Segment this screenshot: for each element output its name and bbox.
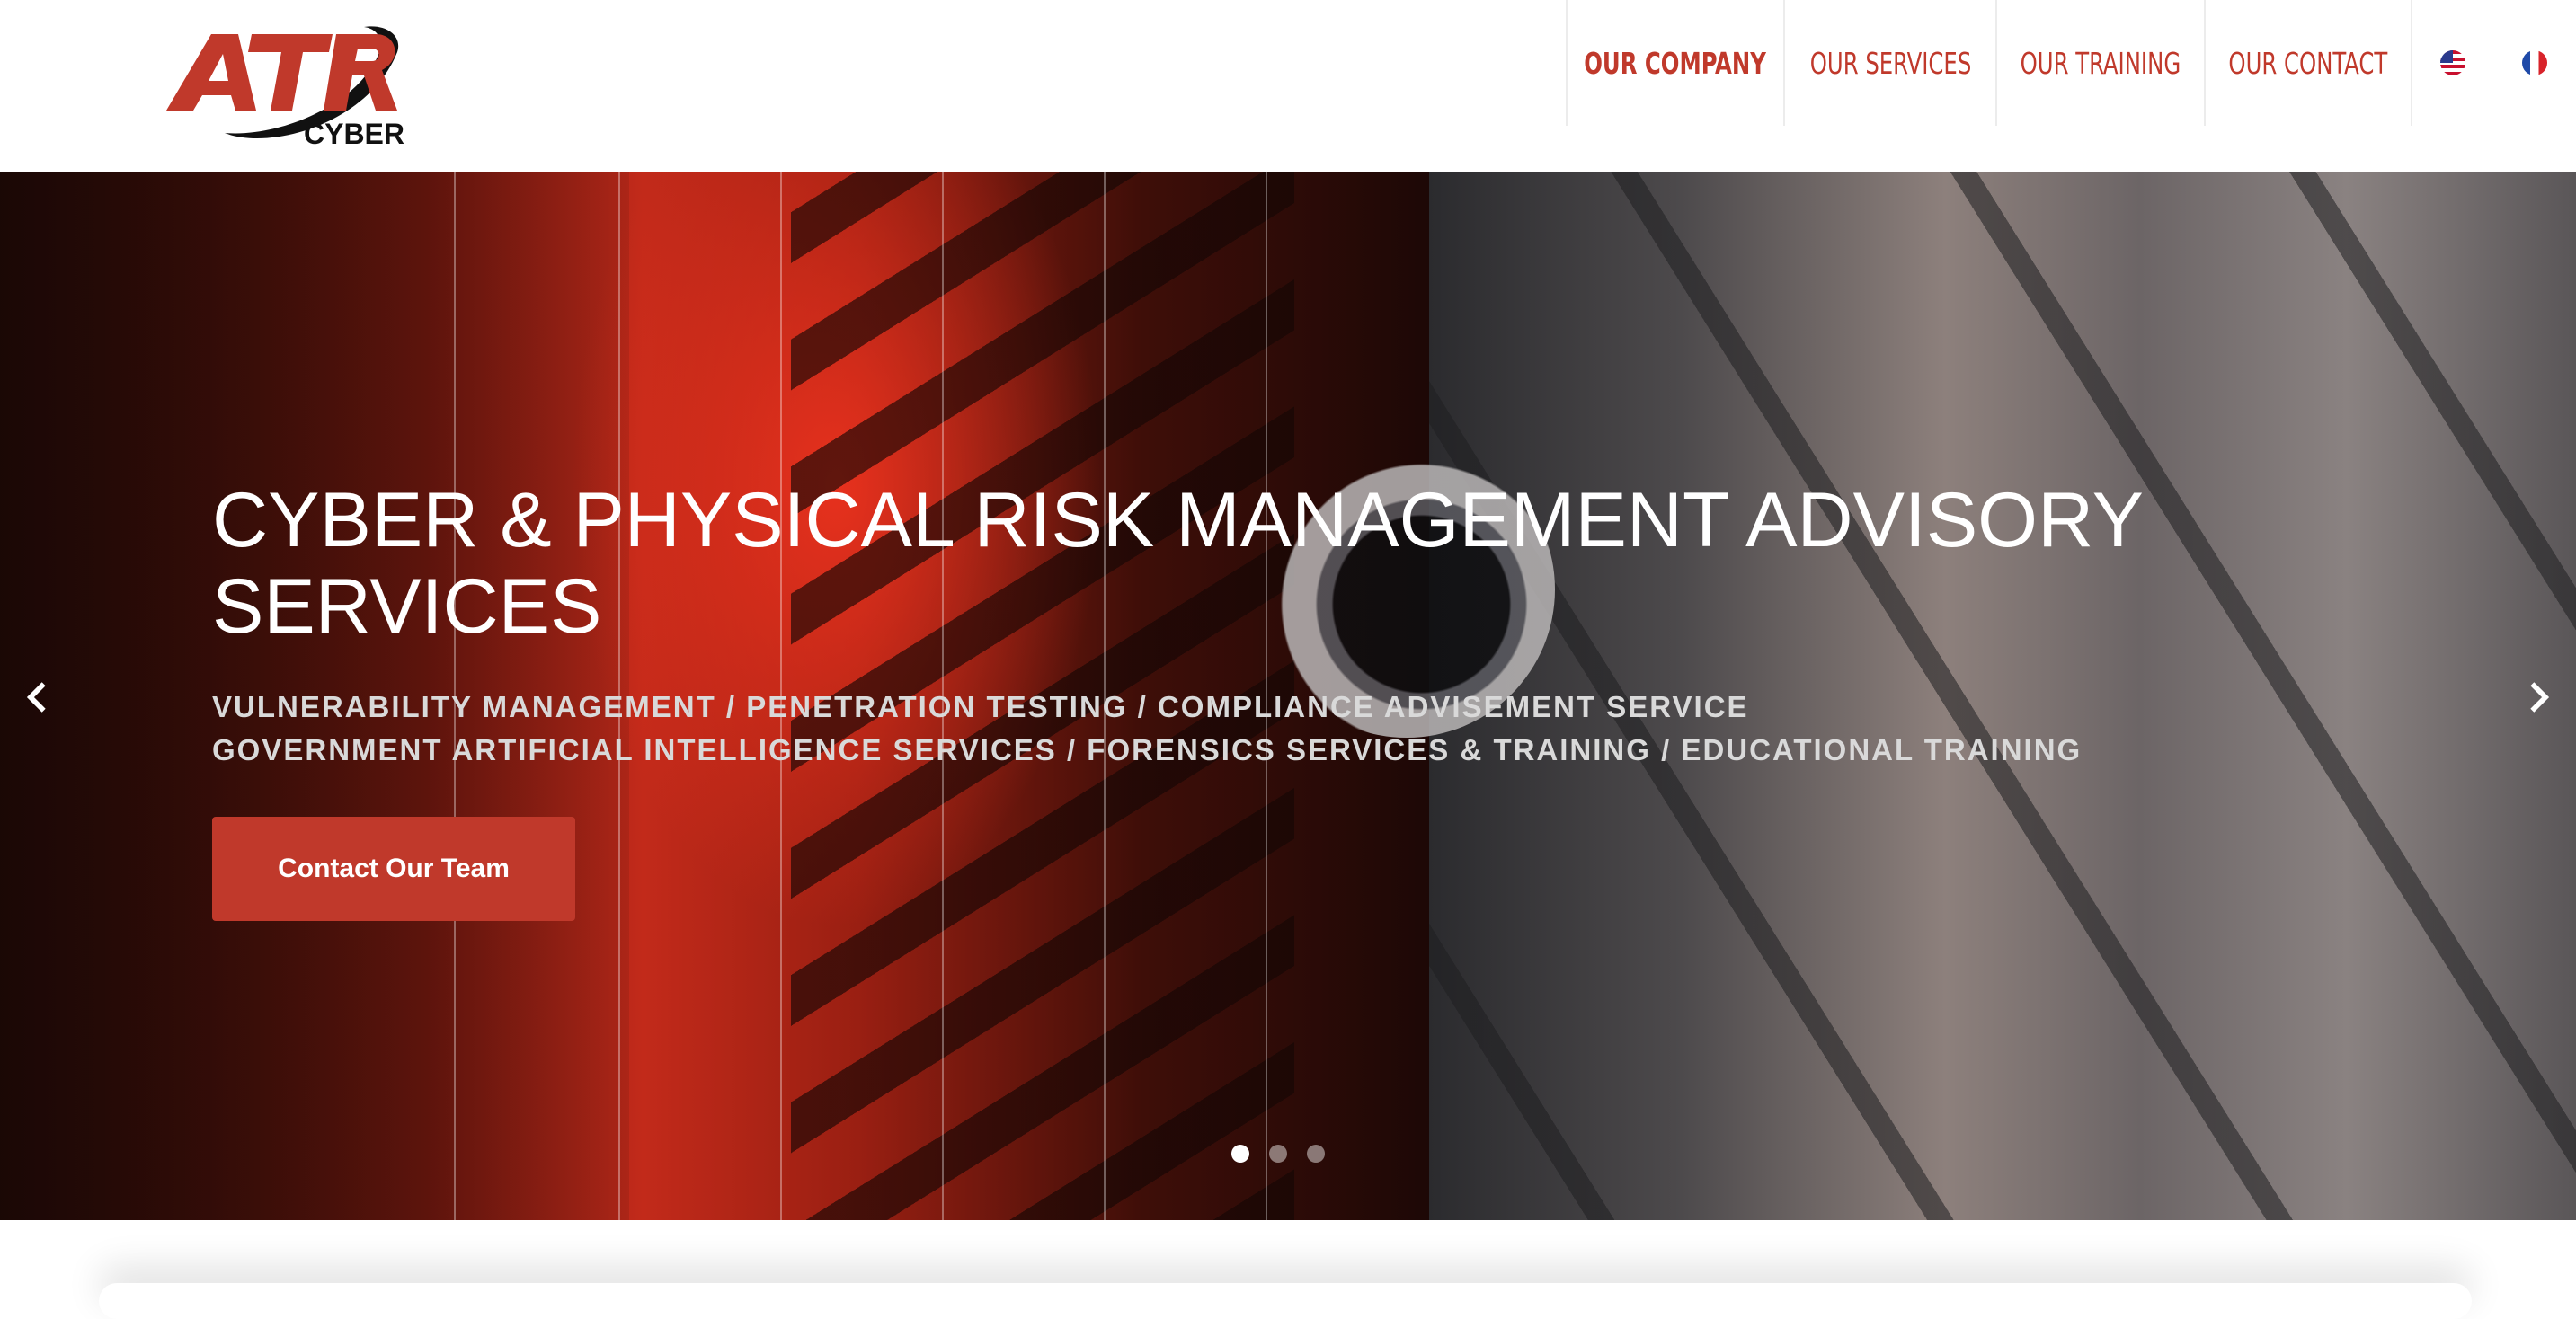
language-english-button[interactable]	[2411, 0, 2493, 126]
content-section-top	[0, 1220, 2576, 1319]
nav-item-label: OUR COMPANY	[1584, 45, 1767, 81]
nav-item-label: OUR TRAINING	[2020, 45, 2181, 81]
fr-flag-icon	[2522, 50, 2547, 75]
contact-our-team-button[interactable]: Contact Our Team	[212, 817, 575, 921]
content-card-edge	[99, 1283, 2472, 1319]
slider-pagination	[1231, 1145, 1325, 1163]
main-nav: OUR COMPANY OUR SERVICES OUR TRAINING OU…	[1566, 0, 2576, 126]
slider-next-button[interactable]	[2517, 675, 2562, 720]
chevron-left-icon	[26, 682, 46, 713]
nav-item-label: OUR SERVICES	[1809, 45, 1971, 81]
slider-dot-1[interactable]	[1231, 1145, 1249, 1163]
hero-content: CYBER & PHYSICAL RISK MANAGEMENT ADVISOR…	[212, 477, 2190, 772]
logo-subtext: CYBER	[304, 118, 404, 150]
nav-item-our-services[interactable]: OUR SERVICES	[1783, 0, 1995, 126]
nav-item-label: OUR CONTACT	[2228, 45, 2388, 81]
hero-slider: CYBER & PHYSICAL RISK MANAGEMENT ADVISOR…	[0, 172, 2576, 1220]
atr-cyber-logo-icon: CYBER	[166, 26, 404, 150]
hero-subtitle: VULNERABILITY MANAGEMENT / PENETRATION T…	[212, 686, 2190, 772]
site-header: CYBER OUR COMPANY OUR SERVICES OUR TRAIN…	[0, 0, 2576, 172]
slider-prev-button[interactable]	[14, 675, 59, 720]
slider-dot-3[interactable]	[1307, 1145, 1325, 1163]
nav-item-our-training[interactable]: OUR TRAINING	[1995, 0, 2204, 126]
language-french-button[interactable]	[2493, 0, 2576, 126]
nav-item-our-company[interactable]: OUR COMPANY	[1566, 0, 1783, 126]
chevron-right-icon	[2530, 682, 2550, 713]
hero-subtitle-line: GOVERNMENT ARTIFICIAL INTELLIGENCE SERVI…	[212, 733, 2083, 766]
us-flag-icon	[2440, 50, 2465, 75]
hero-title: CYBER & PHYSICAL RISK MANAGEMENT ADVISOR…	[212, 477, 2143, 650]
nav-item-our-contact[interactable]: OUR CONTACT	[2204, 0, 2411, 126]
slider-dot-2[interactable]	[1269, 1145, 1287, 1163]
site-logo[interactable]: CYBER	[162, 16, 431, 155]
hero-subtitle-line: VULNERABILITY MANAGEMENT / PENETRATION T…	[212, 690, 1749, 723]
